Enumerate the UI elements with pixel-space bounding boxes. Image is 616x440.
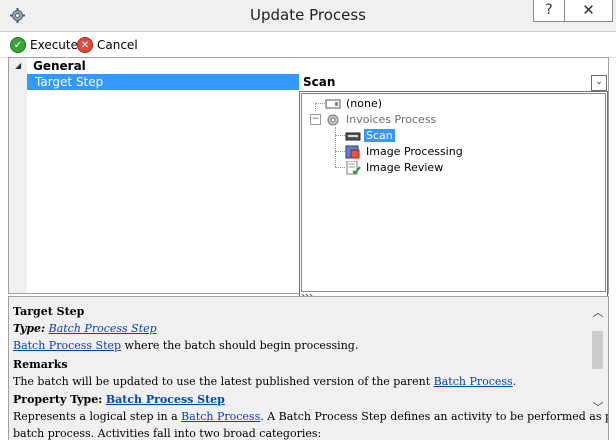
definition-text-end: . A Batch Process Step defines an activi… — [260, 410, 608, 423]
document-check-icon — [345, 160, 361, 175]
type-prefix: Type: — [13, 322, 46, 335]
cut-off-line: batch process. Activities fall into two … — [13, 427, 322, 440]
description-heading: Target Step — [13, 305, 85, 318]
tree-node-label: Image Review — [366, 161, 444, 174]
window-title: Update Process — [250, 6, 366, 24]
property-row-target-step[interactable]: Target Step Scan — [27, 74, 608, 90]
cancel-x-icon: ✕ — [77, 37, 93, 53]
remarks-heading: Remarks — [13, 358, 68, 371]
grid-gutter — [9, 58, 27, 293]
close-button[interactable]: ✕ — [564, 0, 613, 22]
collapse-tree-icon[interactable]: − — [310, 114, 321, 125]
tree-node-invoices-process[interactable]: − Invoices Process — [310, 112, 438, 127]
remarks-link[interactable]: Batch Process — [434, 375, 513, 388]
definition-text-start: Represents a logical step in a — [13, 410, 182, 423]
scanner-icon — [345, 129, 361, 143]
scroll-thumb[interactable] — [592, 331, 603, 369]
category-label: General — [33, 59, 86, 73]
tree-node-label: Invoices Process — [346, 113, 437, 126]
tree-node-label: Image Processing — [366, 145, 463, 158]
property-type-prefix: Property Type: — [13, 393, 103, 406]
tree-node-image-review[interactable]: Image Review — [345, 160, 445, 175]
tree-node-label: (none) — [346, 97, 383, 110]
cancel-label: Cancel — [97, 38, 138, 52]
dropdown-chevron-icon[interactable]: ⌄ — [591, 75, 607, 91]
category-row-general[interactable]: ◢ General — [9, 59, 608, 74]
definition-line: Represents a logical step in a Batch Pro… — [13, 410, 608, 423]
process-gear-icon — [325, 113, 341, 127]
execute-button[interactable]: ✓ Execute — [10, 35, 78, 55]
summary-link[interactable]: Batch Process Step — [13, 339, 121, 352]
image-processing-icon — [345, 145, 361, 159]
empty-step-icon — [325, 97, 341, 111]
collapse-icon[interactable]: ◢ — [15, 61, 21, 70]
remarks-line: The batch will be updated to use the lat… — [13, 375, 516, 388]
step-dropdown-panel: (none) − Invoices Process Scan Image Pro… — [299, 91, 608, 311]
scroll-up-icon[interactable]: ︿ — [591, 307, 605, 319]
description-panel: Target Step Type: Batch Process Step Bat… — [8, 296, 609, 440]
summary-line: Batch Process Step where the batch shoul… — [13, 339, 358, 352]
execute-label: Execute — [30, 38, 78, 52]
property-type-link[interactable]: Batch Process Step — [106, 393, 225, 406]
title-bar: Update Process ? ✕ — [0, 0, 616, 32]
remarks-text: The batch will be updated to use the lat… — [13, 375, 434, 388]
check-icon: ✓ — [10, 37, 26, 53]
tree-node-image-processing[interactable]: Image Processing — [345, 144, 465, 159]
cancel-button[interactable]: ✕ Cancel — [77, 35, 138, 55]
property-name[interactable]: Target Step — [27, 74, 299, 90]
remarks-end: . — [512, 375, 517, 388]
type-link[interactable]: Batch Process Step — [49, 322, 157, 335]
definition-link[interactable]: Batch Process — [181, 410, 260, 423]
toolbar: ✓ Execute ✕ Cancel — [0, 32, 616, 58]
description-scrollbar[interactable]: ︿ ﹀ — [589, 307, 606, 417]
tree-node-none[interactable]: (none) — [325, 96, 384, 111]
scroll-down-icon[interactable]: ﹀ — [591, 402, 605, 414]
tree-node-label: Scan — [364, 129, 395, 142]
tree-node-scan[interactable]: Scan — [345, 128, 395, 143]
help-button[interactable]: ? — [533, 0, 565, 22]
type-line: Type: Batch Process Step — [13, 322, 157, 335]
property-type-line: Property Type: Batch Process Step — [13, 393, 225, 406]
summary-text: where the batch should begin processing. — [121, 339, 359, 352]
property-value[interactable]: Scan — [301, 74, 593, 90]
step-tree: (none) − Invoices Process Scan Image Pro… — [301, 93, 606, 292]
